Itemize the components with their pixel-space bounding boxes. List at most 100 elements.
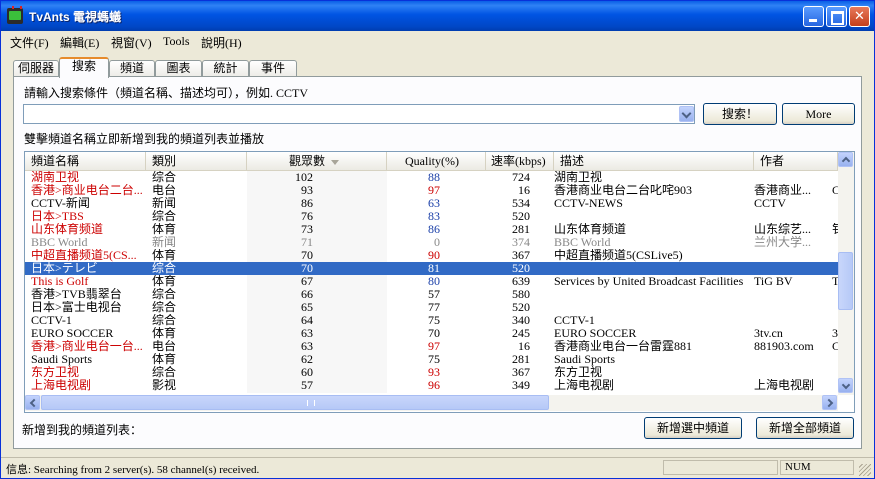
horizontal-scrollbar[interactable] [25, 395, 838, 411]
cell-viewers: 60 [301, 366, 313, 379]
scroll-right-button[interactable] [822, 395, 837, 410]
cell-category: 综合 [152, 288, 177, 301]
cell-rate: 16 [518, 184, 530, 197]
tv-app-icon [7, 6, 23, 24]
table-row[interactable]: This is Golf 体育 67 80 639 Services by United … [25, 275, 838, 288]
search-input[interactable] [23, 104, 695, 124]
tab-search[interactable]: 搜索 [59, 57, 109, 78]
column-header-rate[interactable]: 速率(kbps) [486, 152, 554, 170]
chevron-down-icon [841, 380, 851, 390]
table-row[interactable]: 东方卫视 综合 60 93 367 东方卫视 [25, 366, 838, 379]
column-header-label: Quality(%) [405, 154, 459, 168]
sort-descending-icon [331, 159, 340, 165]
table-row[interactable]: CCTV-新闻 新闻 86 63 534 CCTV-NEWS CCTV [25, 197, 838, 210]
cell-viewers: 63 [301, 340, 313, 353]
cell-desc: Services by United Broadcast Facilities [554, 275, 744, 288]
menu-view[interactable]: 視窗(V) [111, 34, 152, 51]
horizontal-scroll-thumb[interactable] [41, 395, 549, 410]
cell-category: 体育 [152, 223, 177, 236]
cell-category: 综合 [152, 171, 177, 184]
menu-help[interactable]: 說明(H) [201, 34, 242, 51]
cell-author [754, 171, 832, 184]
vertical-scroll-thumb[interactable] [838, 252, 853, 310]
window-title: TvAnts 電視螞蟻 [29, 10, 122, 24]
vertical-scrollbar[interactable] [838, 152, 854, 395]
status-message: 信息: Searching from 2 server(s). 58 chann… [6, 464, 260, 476]
more-button[interactable]: More [782, 103, 855, 125]
column-header-author[interactable]: 作者 [754, 152, 838, 170]
table-row[interactable]: BBC World 新闻 71 0 374 BBC World 兰州大学... [25, 236, 838, 249]
table-row[interactable]: 香港>TVB翡翠台 综合 66 57 580 [25, 288, 838, 301]
tab-servers[interactable]: 伺服器 [13, 60, 59, 77]
add-selected-button[interactable]: 新增選中頻道 [644, 417, 742, 439]
cell-viewers: 76 [301, 210, 313, 223]
cell-rate: 245 [512, 327, 530, 340]
cell-rate: 367 [512, 366, 530, 379]
cell-category: 体育 [152, 249, 177, 262]
channel-rows: 湖南卫视 综合 102 88 724 湖南卫视 香港>商业电台二台... 电台 93 97 16 香港… [25, 171, 838, 393]
column-header-name[interactable]: 頻道名稱 [25, 152, 146, 170]
minimize-button[interactable] [803, 6, 824, 27]
cell-rate: 639 [512, 275, 530, 288]
column-header-quality[interactable]: Quality(%) [387, 152, 486, 170]
table-row[interactable]: CCTV-1 综合 64 75 340 CCTV-1 [25, 314, 838, 327]
cell-author [754, 262, 832, 275]
table-row[interactable]: 日本>富士电视台 综合 65 77 520 [25, 301, 838, 314]
cell-author: 香港商业... [754, 184, 812, 197]
menu-edit[interactable]: 編輯(E) [60, 34, 99, 51]
column-header-label: 類別 [152, 154, 177, 168]
close-icon: ✕ [854, 9, 865, 24]
cell-name: EURO SOCCER [31, 327, 114, 340]
table-row[interactable]: 山东体育频道体育7386281山东体育频道山东综艺...钅 [25, 223, 838, 236]
search-button[interactable]: 搜索！ [703, 103, 777, 125]
menu-file[interactable]: 文件(F) [10, 34, 49, 51]
menu-tools[interactable]: Tools [163, 34, 190, 49]
cell-author: 3tv.cn [754, 327, 783, 340]
cell-quality: 77 [428, 301, 440, 314]
table-row[interactable]: 日本>TBS 综合 76 83 520 [25, 210, 838, 223]
cell-name: CCTV-1 [31, 314, 72, 327]
cell-desc: 湖南卫视 [554, 171, 603, 184]
cell-category: 新闻 [152, 236, 177, 249]
tab-channels[interactable]: 頻道 [109, 60, 155, 77]
scroll-up-button[interactable] [838, 152, 853, 167]
table-row[interactable]: 上海电视剧 影视 57 96 349 上海电视剧 上海电视剧 [25, 379, 838, 392]
tab-charts[interactable]: 圖表 [155, 60, 202, 77]
column-header-viewers[interactable]: 觀眾數 [247, 152, 387, 170]
close-button[interactable]: ✕ [849, 6, 870, 27]
table-row[interactable]: 中超直播频道5(CS... 体育 70 90 367 中超直播频道5(CSLive5) [25, 249, 838, 262]
table-row[interactable]: EURO SOCCER 体育 63 70 245 EURO SOCCER 3tv.cn 3 [25, 327, 838, 340]
tab-events[interactable]: 事件 [249, 60, 297, 77]
cell-category: 综合 [152, 262, 177, 275]
table-row[interactable]: 日本>テレビ 综合 70 81 520 [25, 262, 838, 275]
cell-category: 综合 [152, 210, 177, 223]
table-row[interactable]: 香港>商业电台一台... 电台 63 97 16 香港商业电台一台雷霆881 881903.… [25, 340, 838, 353]
cell-name: 东方卫视 [31, 366, 80, 379]
cell-desc: Saudi Sports [554, 353, 616, 366]
num-lock-indicator: NUM [785, 461, 811, 473]
search-dropdown-button[interactable] [679, 106, 694, 122]
column-header-label: 速率(kbps) [491, 154, 546, 168]
cell-quality: 63 [428, 197, 440, 210]
column-header-description[interactable]: 描述 [554, 152, 754, 170]
title-bar[interactable]: TvAnts 電視螞蟻 ✕ [1, 1, 874, 31]
status-bar: 信息: Searching from 2 server(s). 58 chann… [1, 457, 874, 478]
channel-list[interactable]: 頻道名稱 類別 觀眾數 Quality(%) 速率(kbps) 描述 作者 湖南… [24, 151, 855, 413]
cell-author: CCTV [754, 197, 787, 210]
column-header-category[interactable]: 類別 [146, 152, 247, 170]
scroll-down-button[interactable] [838, 378, 853, 393]
grip-icon [307, 400, 315, 406]
add-to-list-label: 新增到我的頻道列表： [22, 423, 143, 437]
tab-stats[interactable]: 統計 [202, 60, 249, 77]
table-row[interactable]: Saudi Sports 体育 62 75 281 Saudi Sports [25, 353, 838, 366]
add-all-button[interactable]: 新增全部頻道 [756, 417, 854, 439]
cell-desc: 东方卫视 [554, 366, 603, 379]
table-row[interactable]: 香港>商业电台二台... 电台 93 97 16 香港商业电台二台叱咤903 香港商业...… [25, 184, 838, 197]
cell-category: 新闻 [152, 197, 177, 210]
status-pane [663, 460, 778, 475]
scroll-left-button[interactable] [25, 395, 40, 410]
cell-quality: 97 [428, 340, 440, 353]
table-row[interactable]: 湖南卫视 综合 102 88 724 湖南卫视 [25, 171, 838, 184]
resize-grip-icon[interactable] [859, 464, 871, 476]
maximize-button[interactable] [826, 6, 847, 27]
